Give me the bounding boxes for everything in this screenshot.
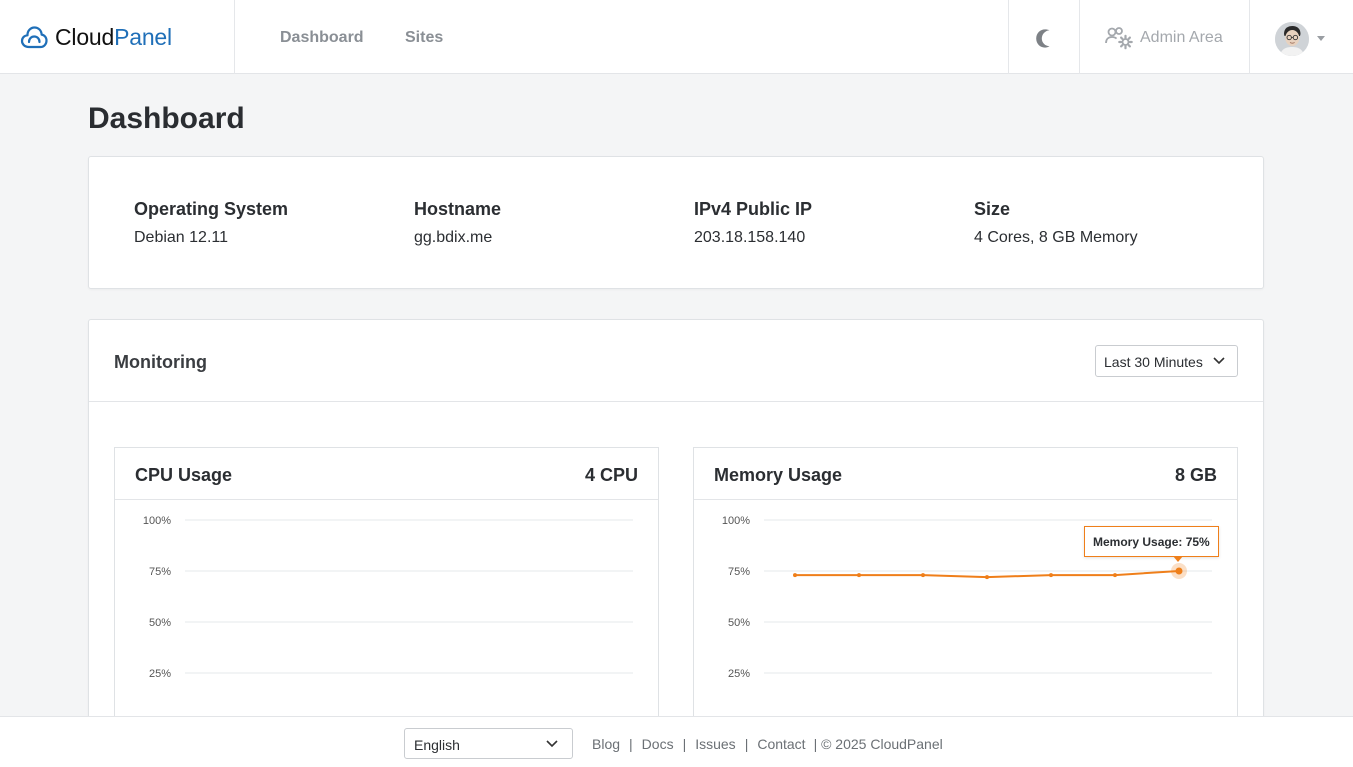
y-tick-label: 75% (728, 566, 750, 578)
info-ipv4: IPv4 Public IP 203.18.158.140 (694, 199, 812, 247)
y-tick-label: 75% (149, 566, 171, 578)
data-point (1113, 573, 1117, 578)
y-tick-label: 50% (728, 617, 750, 629)
info-value: 4 Cores, 8 GB Memory (974, 229, 1138, 246)
footer: English Blog | Docs | Issues | Contact |… (0, 716, 1353, 767)
data-point (1175, 567, 1183, 575)
time-range-select[interactable]: Last 30 Minutes (1095, 345, 1238, 377)
info-value: 203.18.158.140 (694, 229, 806, 246)
avatar-image (1275, 22, 1309, 56)
dark-mode-moon-icon[interactable] (1032, 27, 1054, 49)
data-point (985, 575, 989, 580)
y-tick-label: 25% (149, 668, 171, 680)
monitoring-card: Monitoring Last 30 Minutes CPU Usage 4 C… (88, 319, 1264, 747)
time-range-value: Last 30 Minutes (1104, 354, 1203, 370)
top-navbar: CloudPanel Dashboard Sites Admin Area (0, 0, 1353, 74)
memory-usage-chart-card: Memory Usage 8 GB 100% 75% 50% 25% Memory U… (693, 447, 1238, 747)
info-os: Operating System Debian 12.11 (134, 199, 288, 247)
footer-link-docs[interactable]: Docs (642, 736, 674, 752)
cpu-usage-chart: 100% 75% 50% 25% (143, 515, 633, 680)
chart-title: Memory Usage (714, 465, 843, 485)
chart-tooltip: Memory Usage: 75% (1084, 526, 1219, 562)
header-divider (1008, 0, 1009, 74)
cloudpanel-logo[interactable]: CloudPanel (20, 22, 172, 52)
footer-link-issues[interactable]: Issues (695, 736, 735, 752)
header-divider (1079, 0, 1080, 74)
footer-link-blog[interactable]: Blog (592, 736, 620, 752)
monitoring-divider (89, 401, 1263, 402)
monitoring-title: Monitoring (114, 352, 207, 372)
footer-links: Blog | Docs | Issues | Contact | © 2025 … (592, 736, 943, 752)
info-value: Debian 12.11 (134, 229, 228, 246)
logo-text-panel: Panel (114, 23, 172, 50)
cloud-logo-icon (20, 26, 48, 49)
logo-text-cloud: Cloud (55, 23, 115, 50)
footer-copyright: | © 2025 CloudPanel (813, 736, 943, 752)
info-hostname: Hostname gg.bdix.me (414, 199, 501, 247)
language-value: English (414, 737, 460, 753)
y-tick-label: 100% (722, 515, 750, 527)
nav-sites[interactable]: Sites (405, 29, 443, 47)
chart-header: Memory Usage 8 GB (694, 448, 1237, 500)
footer-separator: | (744, 736, 749, 752)
footer-separator: | (682, 736, 687, 752)
info-label: Operating System (134, 199, 289, 219)
data-point (793, 573, 797, 578)
info-size: Size 4 Cores, 8 GB Memory (974, 199, 1138, 247)
language-select[interactable]: English (404, 728, 573, 759)
chart-header: CPU Usage 4 CPU (115, 448, 658, 500)
cpu-usage-chart-card: CPU Usage 4 CPU 100% 75% 50% 25% (114, 447, 659, 747)
chevron-down-icon (546, 740, 558, 748)
footer-separator: | (629, 736, 633, 752)
data-point (921, 573, 925, 578)
nav-dashboard[interactable]: Dashboard (280, 29, 364, 47)
header-divider (1249, 0, 1250, 74)
users-gear-icon (1105, 27, 1133, 50)
info-label: IPv4 Public IP (694, 199, 813, 219)
user-avatar[interactable] (1275, 22, 1309, 56)
y-tick-label: 50% (149, 617, 171, 629)
page-title: Dashboard (88, 102, 245, 135)
y-tick-label: 25% (728, 668, 750, 680)
chart-title: CPU Usage (135, 465, 233, 485)
footer-link-contact[interactable]: Contact (757, 736, 805, 752)
chart-meta: 8 GB (1174, 465, 1217, 485)
data-point (857, 573, 861, 578)
info-value: gg.bdix.me (414, 229, 493, 246)
y-tick-label: 100% (143, 515, 171, 527)
user-menu-chevron-down-icon[interactable] (1317, 36, 1325, 41)
server-info-card: Operating System Debian 12.11 Hostname g… (88, 156, 1264, 289)
info-label: Size (974, 199, 1011, 219)
data-point (1049, 573, 1053, 578)
admin-area-label: Admin Area (1140, 29, 1223, 46)
chevron-down-icon (1213, 357, 1225, 365)
chart-meta: 4 CPU (584, 465, 638, 485)
header-divider (234, 0, 235, 74)
info-label: Hostname (414, 199, 502, 219)
admin-area-link[interactable]: Admin Area (1104, 26, 1223, 50)
